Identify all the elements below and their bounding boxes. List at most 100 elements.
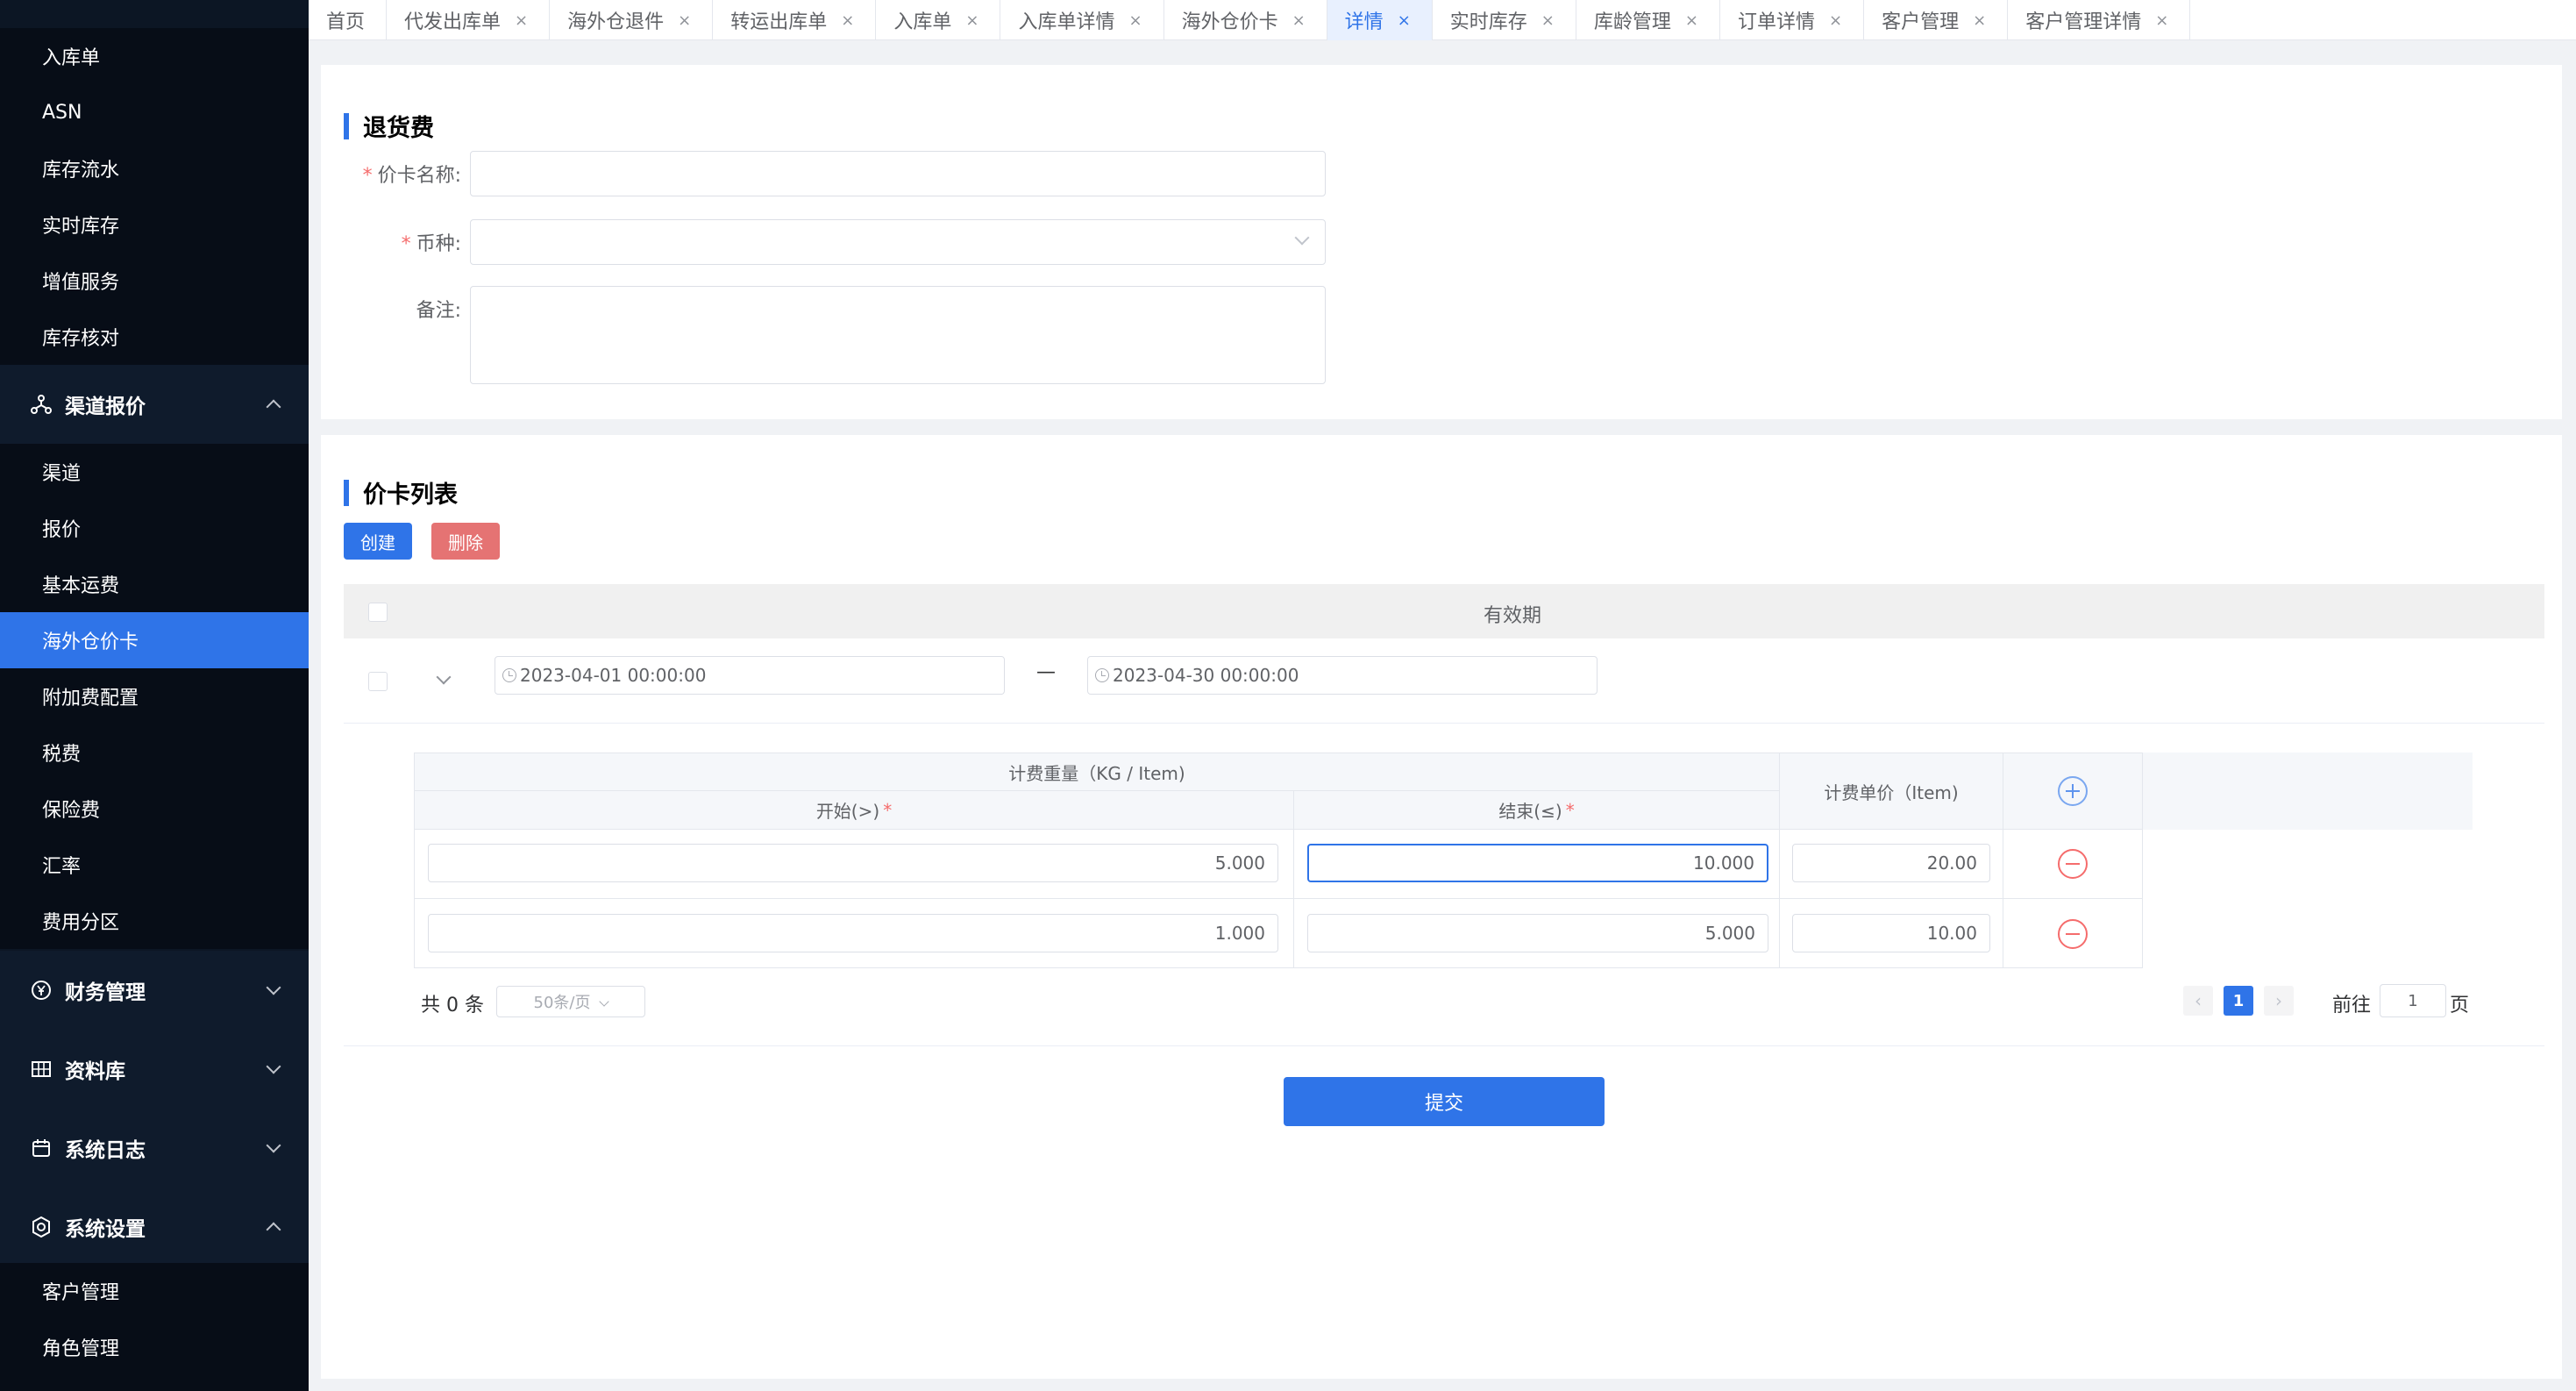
tab-inbound-detail[interactable]: 入库单详情 × [1000,0,1164,40]
sidebar-item-value-added[interactable]: 增值服务 [0,253,309,309]
add-row-cell [2003,753,2143,830]
sidebar: 入库单 ASN 库存流水 实时库存 增值服务 库存核对 渠道报价 渠道 报价 基… [0,0,309,1391]
valid-to-input[interactable]: 2023-04-30 00:00:00 [1087,656,1598,695]
remove-circle-icon[interactable] [2058,849,2088,879]
row2-start-input[interactable]: 1.000 [428,914,1278,952]
sidebar-item-realtime-stock[interactable]: 实时库存 [0,196,309,253]
remove-circle-icon[interactable] [2058,919,2088,949]
page-suffix: 页 [2450,995,2470,1016]
price-header: 计费单价（Item) [1779,753,2003,830]
tab-customer-detail[interactable]: 客户管理详情 × [2008,0,2191,40]
expand-chevron-icon[interactable] [436,669,452,685]
select-all-checkbox[interactable] [368,603,388,622]
row2-price-input[interactable]: 10.00 [1792,914,1990,952]
sidebar-item-tax[interactable]: 税费 [0,724,309,781]
close-icon[interactable]: × [965,11,978,30]
chevron-down-icon [1294,230,1310,246]
chevron-down-icon [599,996,610,1007]
network-icon [30,393,53,416]
row-divider [344,723,2544,724]
chevron-up-icon [266,399,281,415]
sidebar-item-exchange-rate[interactable]: 汇率 [0,837,309,893]
sidebar-group-library[interactable]: 资料库 [0,1030,309,1109]
sidebar-item-quote[interactable]: 报价 [0,500,309,556]
price-card-name-input[interactable] [470,151,1326,196]
currency-label: * 币种: [401,233,461,255]
close-icon[interactable]: × [1128,11,1142,30]
sidebar-item-role-management[interactable]: 角色管理 [0,1319,309,1375]
close-icon[interactable]: × [1398,11,1411,30]
tab-detail[interactable]: 详情 × [1327,0,1433,40]
goto-page-input[interactable]: 1 [2380,984,2446,1017]
tab-order-detail[interactable]: 订单详情 × [1720,0,1865,40]
chevron-down-icon [266,1138,281,1153]
close-icon[interactable]: × [1973,11,1986,30]
prev-page-button[interactable]: ‹ [2183,986,2213,1016]
gear-icon [30,1216,53,1238]
close-icon[interactable]: × [1829,11,1842,30]
validity-header: 有效期 [1484,605,1542,627]
grid-icon [30,1058,53,1081]
delete-button[interactable]: 删除 [431,523,500,560]
tab-customer-management[interactable]: 客户管理 × [1864,0,2009,40]
sidebar-item-surcharge[interactable]: 附加费配置 [0,668,309,724]
close-icon[interactable]: × [841,11,854,30]
tab-overseas-price-card[interactable]: 海外仓价卡 × [1164,0,1327,40]
row2-end-input[interactable]: 5.000 [1307,914,1768,952]
sidebar-item-inbound-order[interactable]: 入库单 [0,28,309,84]
section-title-price-list: 价卡列表 [344,475,458,510]
divider [344,1045,2544,1046]
sidebar-item-stock-check[interactable]: 库存核对 [0,309,309,365]
table-header [344,584,2544,638]
row1-end-input[interactable]: 10.000 [1307,844,1768,882]
tab-dropship-outbound[interactable]: 代发出库单 × [387,0,551,40]
close-icon[interactable]: × [2155,11,2168,30]
sidebar-group-finance[interactable]: 财务管理 [0,951,309,1030]
tab-realtime-stock[interactable]: 实时库存 × [1433,0,1576,40]
tab-home[interactable]: 首页 [309,0,388,40]
close-icon[interactable]: × [1292,11,1306,30]
end-header: 结束(≤) * [1293,790,1780,830]
yen-coin-icon [30,979,53,1002]
tab-overseas-return[interactable]: 海外仓退件 × [550,0,714,40]
page-1-button[interactable]: 1 [2224,986,2253,1016]
sidebar-item-insurance[interactable]: 保险费 [0,781,309,837]
row1-price-input[interactable]: 20.00 [1792,844,1990,882]
tab-inbound-order[interactable]: 入库单 × [876,0,1001,40]
sidebar-item-asn[interactable]: ASN [0,84,309,140]
sidebar-item-customer-management[interactable]: 客户管理 [0,1263,309,1319]
sidebar-filler [0,1375,309,1391]
tab-stock-age[interactable]: 库龄管理 × [1576,0,1720,40]
page-size-select[interactable]: 50条/页 [496,986,645,1017]
clock-icon [502,668,516,682]
add-circle-icon[interactable] [2058,776,2088,806]
next-page-button[interactable]: › [2264,986,2294,1016]
currency-select[interactable] [470,219,1326,265]
sidebar-group-channel[interactable]: 渠道报价 [0,365,309,444]
row1-start-input[interactable]: 5.000 [428,844,1278,882]
remark-textarea[interactable] [470,286,1326,384]
start-header: 开始(>) * [414,790,1294,830]
sidebar-item-channel[interactable]: 渠道 [0,444,309,500]
close-icon[interactable]: × [1541,11,1555,30]
sidebar-item-fee-zone[interactable]: 费用分区 [0,893,309,949]
tab-transfer-outbound[interactable]: 转运出库单 × [713,0,877,40]
sidebar-item-basic-freight[interactable]: 基本运费 [0,556,309,612]
valid-from-input[interactable]: 2023-04-01 00:00:00 [495,656,1005,695]
close-icon[interactable]: × [678,11,691,30]
row-checkbox[interactable] [368,672,388,691]
chevron-down-icon [266,980,281,995]
clock-icon [1095,668,1109,682]
tab-bar: 首页 代发出库单 × 海外仓退件 × 转运出库单 × 入库单 × 入库单详情 × 海外仓价… [309,0,2576,40]
sidebar-item-overseas-price-card[interactable]: 海外仓价卡 [0,612,309,668]
sidebar-item-stock-flow[interactable]: 库存流水 [0,140,309,196]
sidebar-group-logs[interactable]: 系统日志 [0,1109,309,1188]
create-button[interactable]: 创建 [344,523,412,560]
close-icon[interactable]: × [1685,11,1698,30]
remark-label: 备注: [416,300,461,322]
sidebar-group-settings[interactable]: 系统设置 [0,1188,309,1266]
chevron-down-icon [266,1059,281,1074]
close-icon[interactable]: × [515,11,528,30]
submit-button[interactable]: 提交 [1284,1077,1605,1126]
price-list-card: 价卡列表 创建 删除 有效期 2023-04-01 00:00:00 — 202… [321,435,2562,1379]
